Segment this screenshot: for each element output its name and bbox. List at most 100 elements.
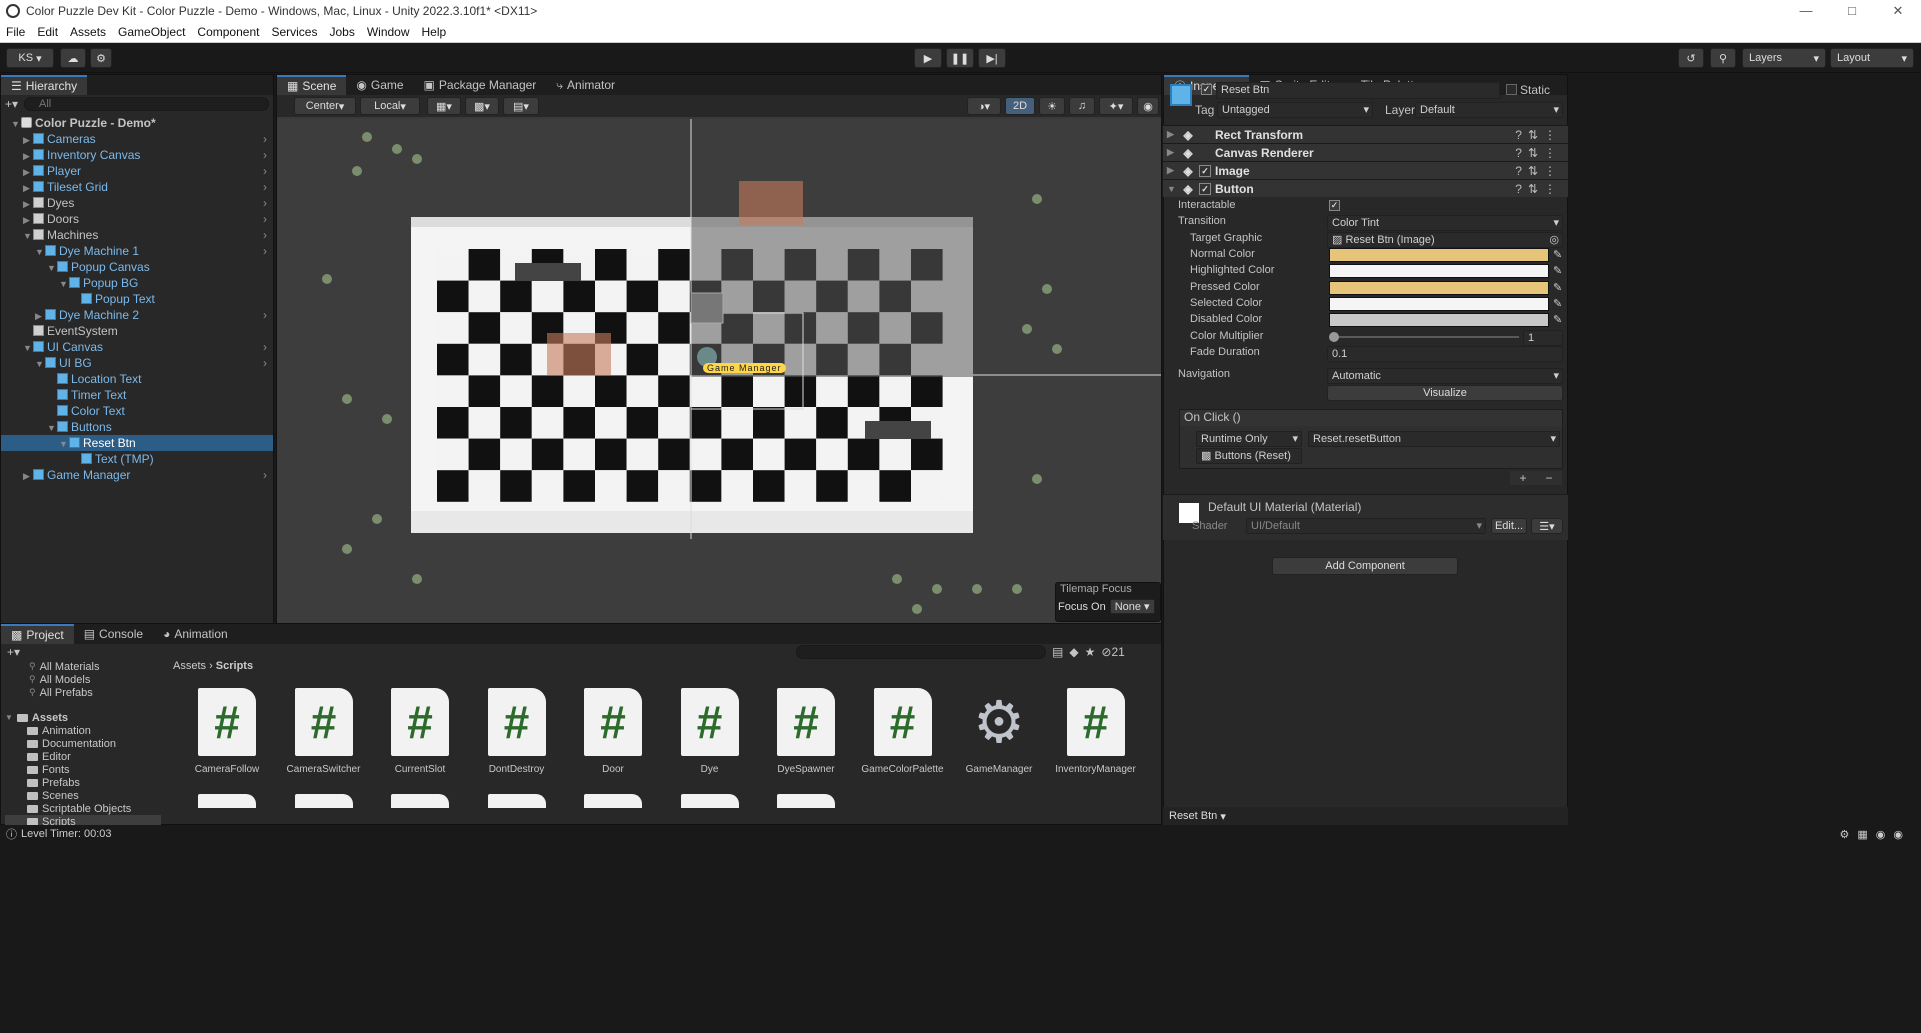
hierarchy-item-popup-bg[interactable]: ▼ Popup BG — [1, 275, 273, 291]
space-dropdown[interactable]: Local ▾ — [360, 97, 420, 115]
csharp-script-icon[interactable] — [487, 794, 546, 808]
menu-gameobject[interactable]: GameObject — [112, 25, 191, 39]
collapse-arrow-icon[interactable]: ▶ — [23, 180, 33, 196]
asset-dyespawner[interactable]: # DyeSpawner — [758, 688, 854, 775]
tab-package-manager[interactable]: ▣ Package Manager — [414, 75, 547, 95]
eyedropper-icon[interactable]: ✎ — [1553, 281, 1562, 294]
eyedropper-icon[interactable]: ✎ — [1553, 313, 1562, 326]
eyedropper-icon[interactable]: ✎ — [1553, 297, 1562, 310]
foldout-icon[interactable]: ▶ — [1163, 147, 1177, 158]
grid-snap-icon[interactable]: ▦▾ — [427, 97, 461, 115]
play-button[interactable]: ▶ — [914, 48, 942, 68]
tab-animator[interactable]: ⤷ Animator — [546, 75, 625, 95]
hierarchy-item-color-text[interactable]: Color Text — [1, 403, 273, 419]
object-name-input[interactable]: Reset Btn — [1216, 82, 1500, 99]
menu-services[interactable]: Services — [265, 25, 323, 39]
static-checkbox[interactable] — [1506, 84, 1517, 95]
asset-gamecolorpalette[interactable]: # GameColorPalette — [855, 688, 951, 775]
component-menu-icons[interactable]: ?⇅⋮ — [1515, 182, 1562, 196]
asset-camerafollow[interactable]: # CameraFollow — [179, 688, 275, 775]
interactable-checkbox[interactable]: ✓ — [1329, 200, 1340, 211]
draw-mode-icon[interactable]: ◑▾ — [967, 97, 1001, 115]
transition-dropdown[interactable]: Color Tint ▾ — [1327, 215, 1563, 231]
expand-arrow-icon[interactable]: ▼ — [35, 356, 45, 372]
tab-console[interactable]: ▤ Console — [74, 624, 153, 644]
expand-arrow-icon[interactable]: ▼ — [47, 420, 57, 436]
layers-dropdown[interactable]: Layers ▾ — [1742, 48, 1826, 68]
component-menu-icons[interactable]: ?⇅⋮ — [1515, 164, 1562, 178]
2d-toggle[interactable]: 2D — [1005, 97, 1035, 115]
foldout-icon[interactable]: ▶ — [1163, 129, 1177, 140]
create-asset-icon[interactable]: +▾ — [7, 645, 20, 659]
asset-cameraswitcher[interactable]: # CameraSwitcher — [276, 688, 372, 775]
expand-arrow-icon[interactable]: ▼ — [59, 436, 69, 452]
hierarchy-search-input[interactable] — [24, 97, 269, 111]
multiplier-value[interactable]: 1 — [1523, 330, 1563, 346]
target-object-field[interactable]: ▩ Buttons (Reset) — [1196, 448, 1302, 464]
menu-assets[interactable]: Assets — [64, 25, 112, 39]
expand-arrow-icon[interactable]: ▼ — [35, 244, 45, 260]
favorite-item[interactable]: ⚲ All Models — [5, 673, 161, 686]
close-icon[interactable]: ✕ — [1875, 3, 1921, 19]
menu-file[interactable]: File — [0, 25, 31, 39]
hierarchy-item-dye-machine-2[interactable]: ▶ Dye Machine 2 › — [1, 307, 273, 323]
cloud-icon[interactable]: ☁ — [60, 48, 86, 68]
hidden-objects-icon[interactable]: ◉ — [1137, 97, 1159, 115]
tag-dropdown[interactable]: Untagged ▾ — [1217, 102, 1373, 118]
foldout-icon[interactable]: ▼ — [1163, 184, 1177, 194]
tab-hierarchy[interactable]: ☰ Hierarchy — [1, 75, 88, 95]
pressed-color-swatch[interactable] — [1329, 281, 1549, 295]
folder-scriptable-objects[interactable]: Scriptable Objects — [5, 802, 161, 815]
audio-icon[interactable]: ♫ — [1069, 97, 1095, 115]
increment-snap-icon[interactable]: ▤▾ — [503, 97, 539, 115]
csharp-script-icon[interactable] — [777, 794, 835, 808]
hierarchy-item-machines[interactable]: ▼ Machines › — [1, 227, 273, 243]
menu-help[interactable]: Help — [416, 25, 453, 39]
csharp-script-icon[interactable] — [391, 794, 449, 808]
expand-arrow-icon[interactable]: ▼ — [59, 276, 69, 292]
component-button[interactable]: ▼ ◈ ✓ Button ?⇅⋮ — [1163, 179, 1568, 197]
add-component-button[interactable]: Add Component — [1272, 557, 1458, 575]
highlighted-color-swatch[interactable] — [1329, 264, 1549, 278]
history-icon[interactable]: ↺ — [1678, 48, 1704, 68]
minimize-icon[interactable]: — — [1783, 3, 1829, 19]
foldout-icon[interactable]: ▶ — [1163, 165, 1177, 176]
expand-arrow-icon[interactable]: ▼ — [5, 713, 13, 722]
filter-label-icon[interactable]: ◆ — [1069, 645, 1078, 659]
navigation-dropdown[interactable]: Automatic ▾ — [1327, 368, 1563, 384]
hierarchy-item-eventsystem[interactable]: EventSystem — [1, 323, 273, 339]
enabled-checkbox[interactable]: ✓ — [1199, 164, 1211, 177]
tab-game[interactable]: ◉ Game — [346, 75, 413, 95]
shader-dropdown[interactable]: UI/Default ▾ — [1246, 518, 1486, 534]
folder-prefabs[interactable]: Prefabs — [5, 776, 161, 789]
active-checkbox[interactable]: ✓ — [1201, 84, 1212, 95]
hierarchy-item-game-manager[interactable]: ▶ Game Manager › — [1, 467, 273, 483]
disabled-color-swatch[interactable] — [1329, 313, 1549, 327]
breadcrumb-scripts[interactable]: Scripts — [216, 660, 253, 672]
tab-project[interactable]: ▩ Project — [1, 624, 74, 644]
open-prefab-icon[interactable]: › — [263, 163, 267, 179]
csharp-script-icon[interactable] — [584, 794, 642, 808]
hidden-packages-icon[interactable]: ⊘21 — [1101, 645, 1124, 659]
hierarchy-item-inventory-canvas[interactable]: ▶ Inventory Canvas › — [1, 147, 273, 163]
hierarchy-item-popup-text[interactable]: Popup Text — [1, 291, 273, 307]
favorite-item[interactable]: ⚲ All Materials — [5, 660, 161, 673]
folder-editor[interactable]: Editor — [5, 750, 161, 763]
menu-jobs[interactable]: Jobs — [323, 25, 360, 39]
eyedropper-icon[interactable]: ✎ — [1553, 264, 1562, 277]
hierarchy-item-dyes[interactable]: ▶ Dyes › — [1, 195, 273, 211]
open-prefab-icon[interactable]: › — [263, 467, 267, 483]
favorite-icon[interactable]: ★ — [1085, 645, 1096, 659]
expand-arrow-icon[interactable]: ▼ — [47, 260, 57, 276]
hierarchy-item-tileset-grid[interactable]: ▶ Tileset Grid › — [1, 179, 273, 195]
collapse-arrow-icon[interactable]: ▶ — [23, 132, 33, 148]
effects-icon[interactable]: ✦▾ — [1099, 97, 1133, 115]
visualize-button[interactable]: Visualize — [1327, 385, 1563, 401]
collapse-arrow-icon[interactable]: ▶ — [35, 308, 45, 324]
folder-documentation[interactable]: Documentation — [5, 737, 161, 750]
open-prefab-icon[interactable]: › — [263, 339, 267, 355]
hierarchy-item-ui-bg[interactable]: ▼ UI BG › — [1, 355, 273, 371]
hierarchy-item-ui-canvas[interactable]: ▼ UI Canvas › — [1, 339, 273, 355]
eyedropper-icon[interactable]: ✎ — [1553, 248, 1562, 261]
collapse-arrow-icon[interactable]: ▶ — [23, 196, 33, 212]
